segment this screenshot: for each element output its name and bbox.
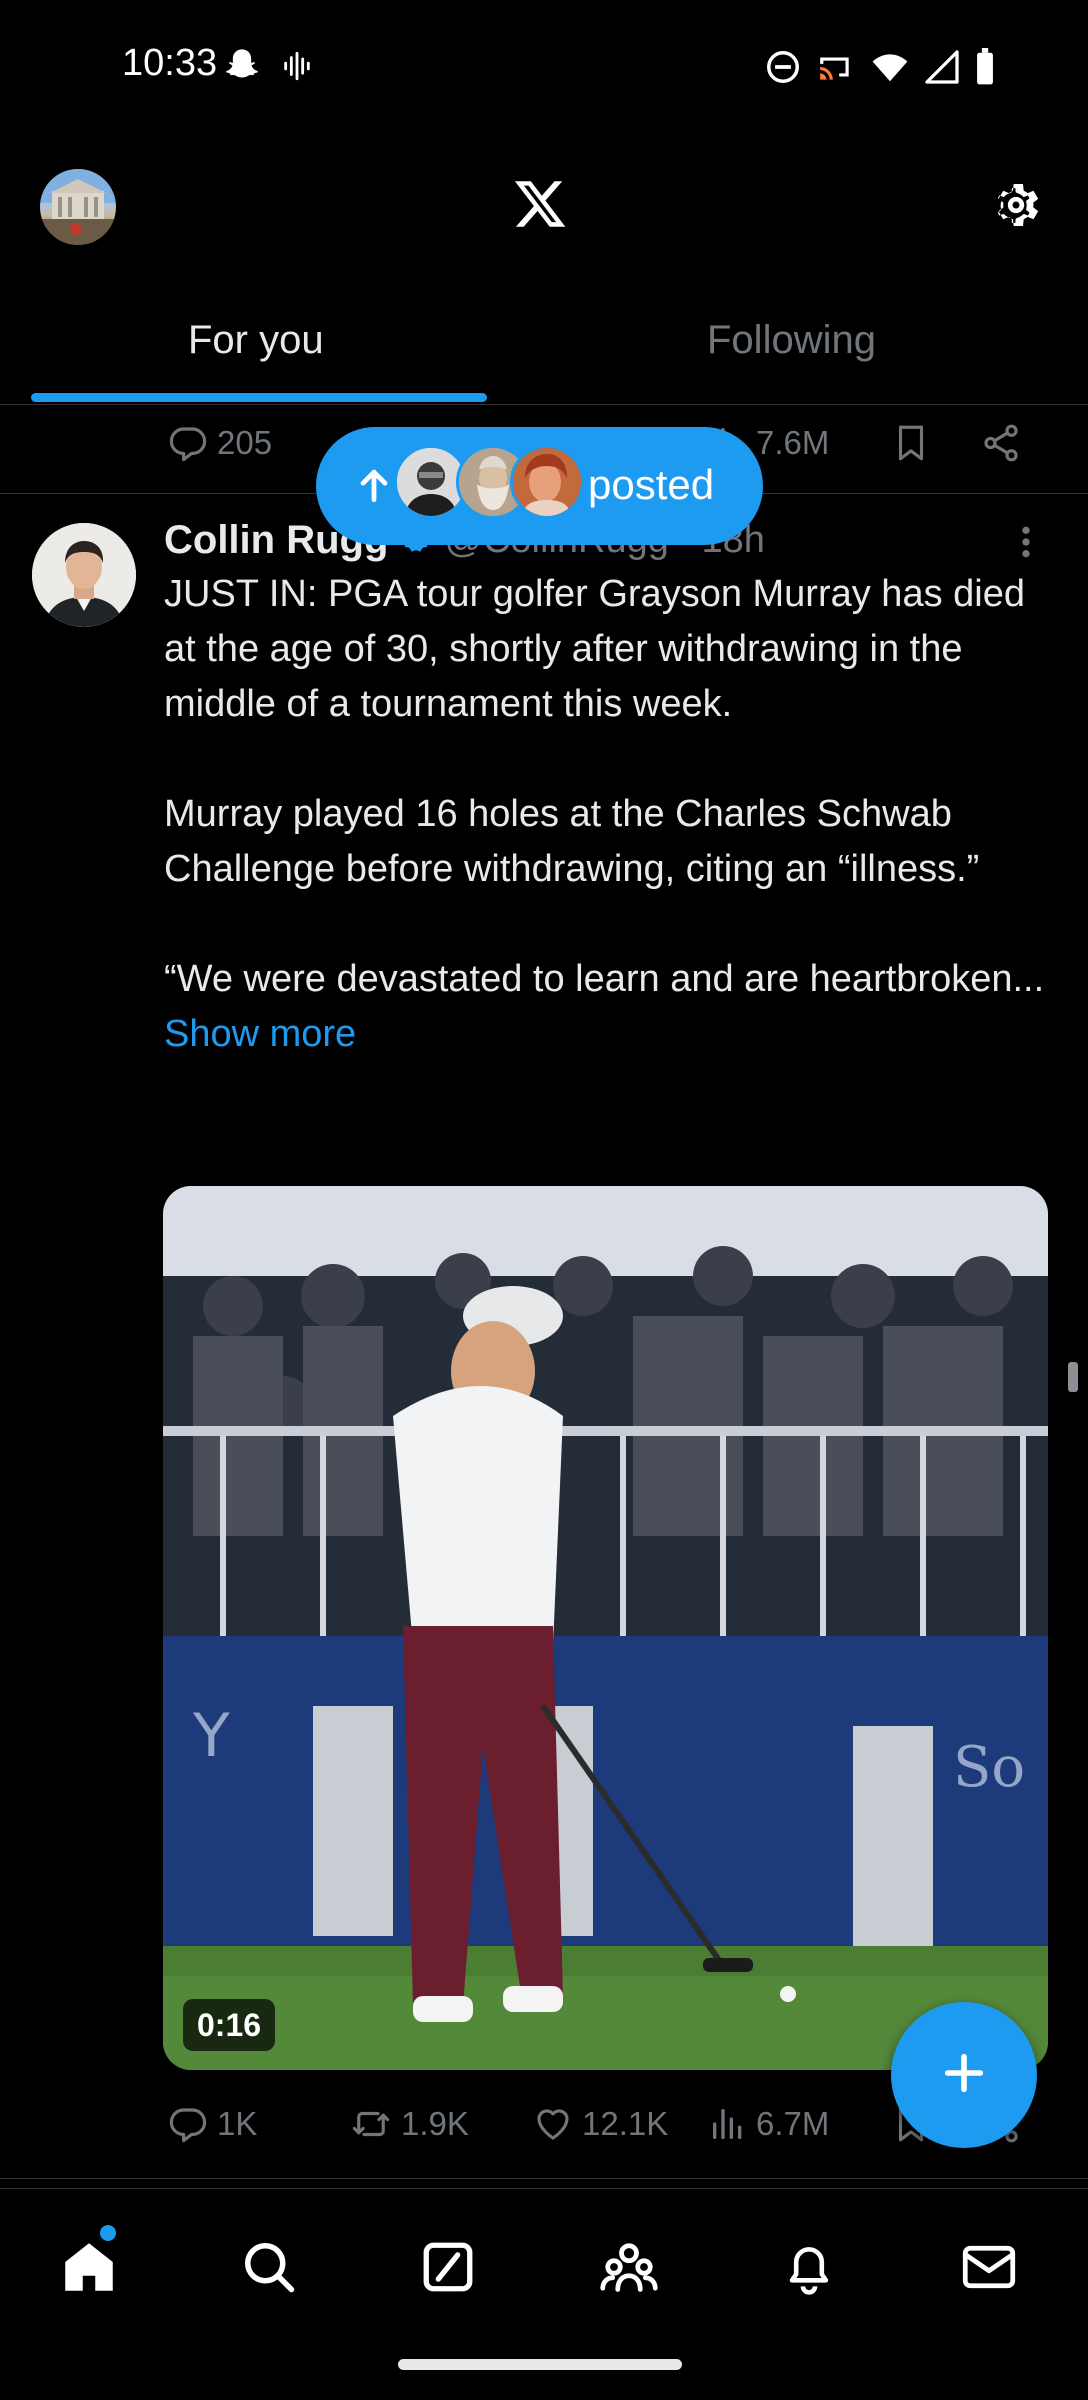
top-bar [0, 150, 1088, 260]
status-right-icons [764, 48, 996, 91]
compose-post-button[interactable] [891, 2002, 1037, 2148]
like-button[interactable]: 12.1K [532, 2084, 668, 2164]
repost-button[interactable]: 1.9K [349, 2084, 469, 2164]
messages-icon [959, 2237, 1019, 2302]
views-count: 6.7M [756, 2105, 830, 2142]
home-notification-dot [100, 2225, 116, 2241]
new-posts-label: posted [588, 461, 715, 508]
battery-icon [974, 48, 996, 91]
divider [0, 2178, 1088, 2179]
bookmark-icon [890, 422, 932, 464]
views-icon [708, 2104, 748, 2144]
reply-count: 205 [217, 424, 273, 461]
svg-text:So: So [953, 1735, 1025, 1800]
reply-icon [167, 422, 209, 464]
active-tab-indicator [31, 393, 487, 402]
video-frame: Y So [163, 1186, 1048, 2070]
svg-text:Y: Y [192, 1701, 230, 1771]
snapchat-ghost-icon [222, 46, 262, 91]
do-not-disturb-icon [764, 48, 802, 91]
nav-home[interactable] [49, 2229, 129, 2309]
communities-icon [598, 2237, 660, 2302]
nav-grok[interactable] [408, 2229, 488, 2309]
tweet-paragraph: JUST IN: PGA tour golfer Grayson Murray … [164, 573, 1025, 725]
tab-following[interactable]: Following [707, 318, 876, 363]
new-posts-pill[interactable]: posted [316, 427, 763, 545]
bottom-nav [0, 2188, 1088, 2338]
repost-icon [349, 2103, 393, 2145]
wifi-icon [870, 48, 910, 91]
pill-avatar [510, 445, 584, 519]
share-button[interactable] [980, 403, 1022, 483]
cell-signal-icon [924, 49, 960, 90]
notifications-icon [780, 2237, 838, 2302]
x-logo-icon[interactable] [511, 176, 569, 237]
reply-icon [167, 2103, 209, 2145]
search-icon [239, 2237, 299, 2302]
tweet-paragraph-text: “We were devastated to learn and are hea… [164, 958, 1045, 1000]
repost-count: 1.9K [401, 2105, 469, 2142]
video-duration-badge: 0:16 [183, 1999, 276, 2051]
profile-avatar[interactable] [40, 169, 116, 245]
status-bar: 10:33 [0, 0, 1088, 135]
grok-icon [419, 2238, 477, 2301]
nav-search[interactable] [229, 2229, 309, 2309]
nav-communities[interactable] [589, 2229, 669, 2309]
author-avatar[interactable] [32, 523, 136, 627]
audio-waveform-icon [280, 49, 314, 88]
tweet-paragraph: “We were devastated to learn and are hea… [164, 952, 1064, 1062]
tweet-video[interactable]: Y So 0:16 [163, 1186, 1048, 2070]
reply-count: 1K [217, 2105, 258, 2142]
cast-icon [816, 48, 856, 91]
views-count: 7.6M [756, 424, 830, 461]
share-icon [980, 422, 1022, 464]
home-icon [59, 2237, 119, 2302]
nav-messages[interactable] [949, 2229, 1029, 2309]
reply-button[interactable]: 205 [167, 403, 272, 483]
nav-notifications[interactable] [769, 2229, 849, 2309]
status-time: 10:33 [122, 42, 218, 84]
views-button[interactable]: 6.7M [708, 2084, 829, 2164]
home-gesture-bar[interactable] [398, 2359, 682, 2370]
plus-icon [936, 2045, 992, 2106]
tweet-body: JUST IN: PGA tour golfer Grayson Murray … [164, 567, 1064, 1062]
tab-for-you[interactable]: For you [188, 318, 324, 363]
heart-icon [532, 2103, 574, 2145]
status-left-icons [222, 46, 314, 91]
more-options-icon[interactable] [1010, 522, 1042, 567]
tweet-paragraph: Murray played 16 holes at the Charles Sc… [164, 793, 980, 890]
bookmark-button[interactable] [890, 403, 932, 483]
arrow-up-icon [352, 463, 396, 512]
gear-icon[interactable] [988, 177, 1044, 238]
reply-button[interactable]: 1K [167, 2084, 257, 2164]
timeline-tabs: For you Following [0, 290, 1088, 405]
like-count: 12.1K [582, 2105, 669, 2142]
scrollbar-thumb[interactable] [1068, 1362, 1078, 1392]
show-more-link[interactable]: Show more [164, 1013, 356, 1055]
